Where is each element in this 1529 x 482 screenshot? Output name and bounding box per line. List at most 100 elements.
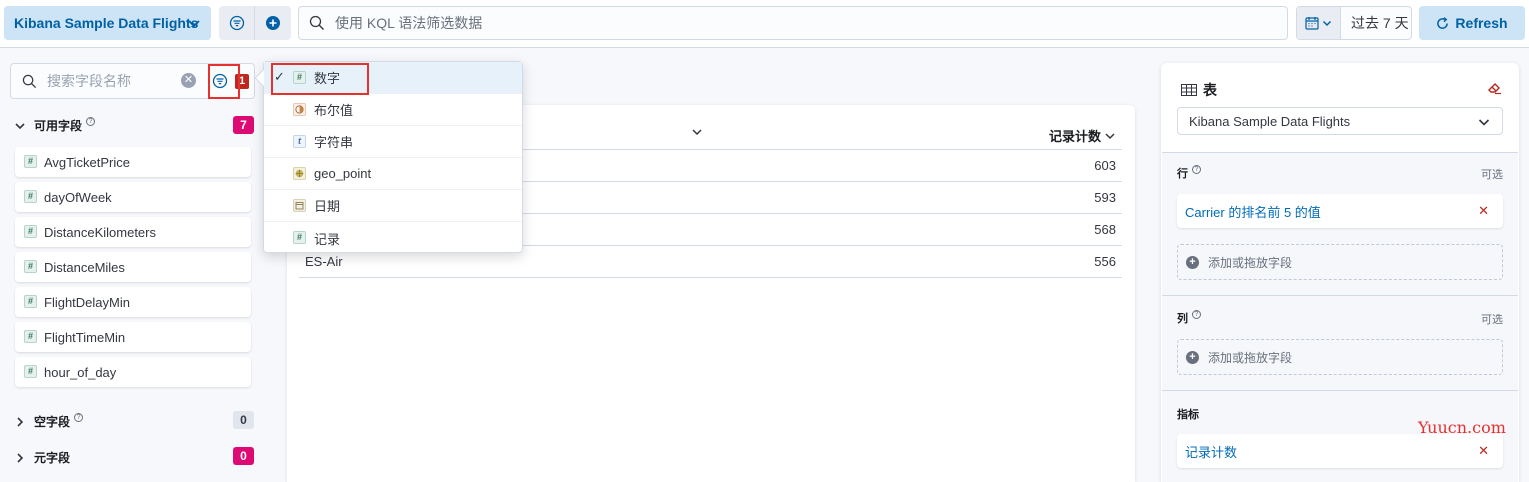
data-view-button[interactable]: Kibana Sample Data Flights (4, 6, 211, 40)
number-token-icon: # (24, 330, 37, 343)
row-value: 556 (1094, 254, 1116, 269)
field-item[interactable]: # AvgTicketPrice (15, 147, 251, 177)
watermark: Yuucn.com (1418, 418, 1506, 437)
field-item[interactable]: # DistanceMiles (15, 252, 251, 282)
refresh-icon (1437, 16, 1449, 29)
chevron-down-icon (1105, 132, 1115, 139)
available-fields-label: 可用字段 (34, 119, 83, 133)
visualization-type-title[interactable]: 表 (1181, 80, 1217, 100)
row-name: ES-Air (305, 254, 343, 269)
field-item[interactable]: # FlightDelayMin (15, 287, 251, 317)
chevron-right-icon (17, 452, 24, 463)
string-token-icon: t (293, 135, 306, 148)
remove-icon[interactable]: ✕ (1478, 443, 1489, 459)
empty-count-badge: 0 (233, 411, 254, 429)
data-view-label: Kibana Sample Data Flights (14, 15, 199, 31)
calendar-icon (1305, 17, 1319, 30)
type-option-geo-point[interactable]: geo_point (264, 158, 522, 190)
field-name: DistanceMiles (44, 259, 125, 275)
field-name: DistanceKilometers (44, 224, 156, 240)
rows-add-field[interactable]: + 添加或拖放字段 (1177, 244, 1503, 280)
plus-circle-icon: + (1186, 256, 1199, 269)
field-name: hour_of_day (44, 364, 117, 380)
empty-fields-toggle[interactable]: 空字段? (14, 413, 84, 430)
meta-fields-label: 元字段 (34, 451, 71, 465)
rows-dimension[interactable]: Carrier 的排名前 5 的值 ✕ (1177, 194, 1503, 228)
chevron-down-icon (15, 122, 25, 129)
plus-circle-icon (266, 16, 280, 30)
metric-column-header[interactable]: 记录计数 (1049, 126, 1116, 145)
field-item[interactable]: # FlightTimeMin (15, 322, 251, 352)
help-icon: ? (1192, 310, 1201, 319)
chevron-down-icon (1322, 20, 1332, 27)
chevron-down-icon[interactable] (691, 126, 703, 138)
plus-circle-icon: + (1186, 351, 1199, 364)
visualization-type-label: 表 (1203, 82, 1217, 98)
record-token-icon: # (293, 231, 306, 244)
type-option-label: 记录 (314, 231, 341, 247)
row-value: 593 (1094, 190, 1116, 205)
add-filter-button[interactable] (255, 6, 291, 40)
number-token-icon: # (24, 225, 37, 238)
field-item[interactable]: # DistanceKilometers (15, 217, 251, 247)
field-item[interactable]: # dayOfWeek (15, 182, 251, 212)
quick-menu-button[interactable] (1297, 7, 1341, 39)
number-token-icon: # (24, 190, 37, 203)
eraser-icon[interactable] (1487, 81, 1503, 95)
table-icon (1181, 84, 1197, 96)
type-option-label: geo_point (314, 166, 372, 181)
refresh-button[interactable]: Refresh (1419, 6, 1525, 40)
chevron-down-icon (188, 20, 200, 28)
type-option-label: 布尔值 (314, 103, 354, 118)
metrics-dimension[interactable]: 记录计数 ✕ (1177, 434, 1503, 468)
number-token-icon: # (24, 295, 37, 308)
available-fields-toggle[interactable]: 可用字段? (14, 117, 96, 134)
rows-optional-label: 可选 (1481, 169, 1503, 181)
type-option-string[interactable]: t 字符串 (264, 126, 522, 158)
refresh-label: Refresh (1455, 15, 1508, 31)
metrics-dimension-label: 记录计数 (1185, 444, 1238, 460)
available-count-badge: 7 (233, 116, 254, 134)
rows-add-label: 添加或拖放字段 (1208, 255, 1293, 270)
field-item[interactable]: # hour_of_day (15, 357, 251, 387)
date-token-icon (293, 199, 306, 212)
date-range-label[interactable]: 过去 7 天 (1341, 13, 1409, 33)
date-picker[interactable]: 过去 7 天 (1296, 6, 1412, 40)
metrics-label: 指标 (1177, 409, 1199, 421)
geo-token-icon (293, 167, 306, 180)
type-option-date[interactable]: 日期 (264, 190, 522, 222)
field-name: dayOfWeek (44, 189, 112, 205)
field-name: FlightDelayMin (44, 294, 130, 310)
help-icon: ? (1192, 165, 1201, 174)
rows-label: 行? (1177, 165, 1201, 181)
row-value: 568 (1094, 222, 1116, 237)
columns-label: 列? (1177, 310, 1201, 326)
chevron-down-icon (1478, 119, 1490, 126)
boolean-token-icon (293, 103, 306, 116)
type-option-label: 字符串 (314, 135, 354, 150)
clear-icon[interactable]: ✕ (181, 73, 196, 88)
meta-fields-toggle[interactable]: 元字段 (14, 449, 70, 466)
rows-dimension-label: Carrier 的排名前 5 的值 (1185, 204, 1321, 220)
metric-header-label: 记录计数 (1048, 129, 1101, 144)
help-icon: ? (86, 117, 96, 126)
type-option-record[interactable]: # 记录 (264, 222, 522, 254)
query-placeholder: 使用 KQL 语法筛选数据 (335, 15, 483, 31)
top-bar: Kibana Sample Data Flights 使用 KQL 语法筛选数据… (0, 0, 1529, 48)
data-view-select[interactable]: Kibana Sample Data Flights (1177, 107, 1503, 135)
filter-menu-button[interactable] (219, 6, 255, 40)
filter-icon (229, 15, 244, 31)
chevron-right-icon (17, 416, 24, 427)
number-token-icon: # (24, 365, 37, 378)
help-icon: ? (74, 413, 84, 422)
search-icon (22, 74, 37, 89)
columns-optional-label: 可选 (1481, 314, 1503, 326)
search-icon (309, 15, 324, 30)
type-option-boolean[interactable]: 布尔值 (264, 94, 522, 126)
number-token-icon: # (24, 260, 37, 273)
columns-add-field[interactable]: + 添加或拖放字段 (1177, 339, 1503, 375)
highlight-box (208, 64, 240, 99)
remove-icon[interactable]: ✕ (1478, 203, 1489, 219)
meta-count-badge: 0 (233, 447, 254, 465)
query-search-input[interactable]: 使用 KQL 语法筛选数据 (298, 6, 1288, 40)
